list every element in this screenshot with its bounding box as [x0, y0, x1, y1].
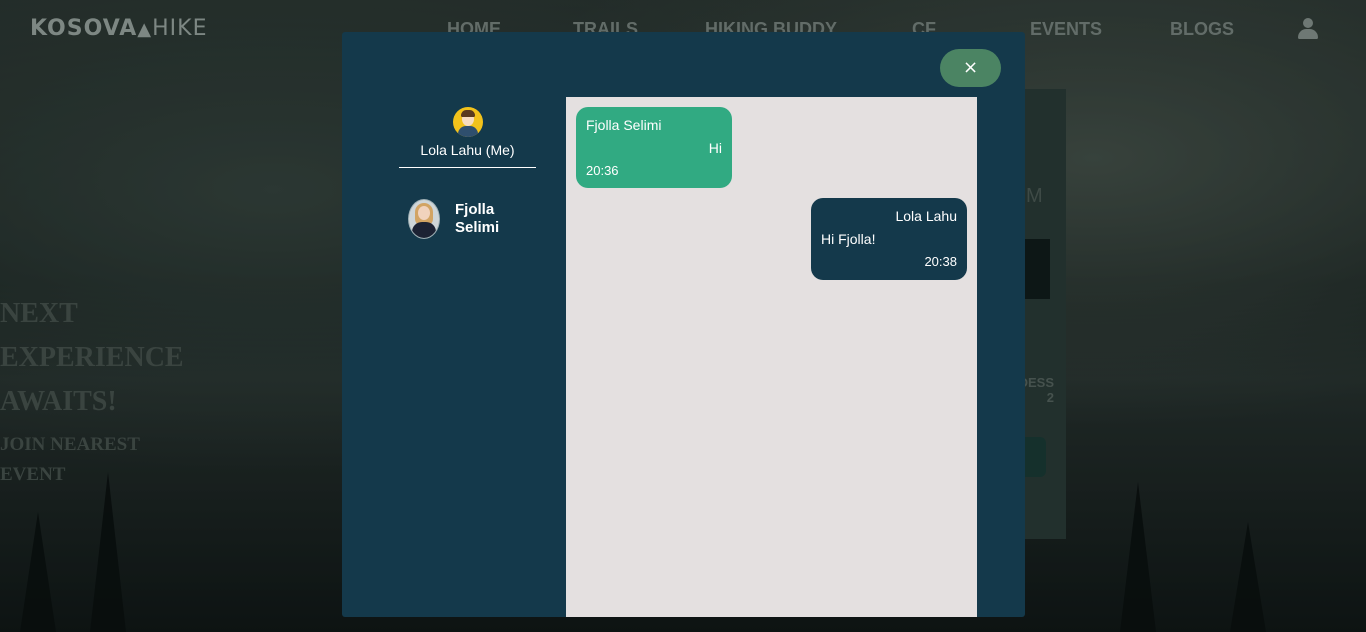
tree-silhouette: [20, 512, 56, 632]
hero-subline: JOIN NEAREST: [0, 434, 140, 455]
chat-sidebar: Lola Lahu (Me) Fjolla Selimi: [342, 97, 566, 617]
hero-heading: NEXT EXPERIENCE AWAITS! JOIN NEAREST EVE…: [0, 292, 184, 490]
tree-silhouette: [1230, 522, 1266, 632]
message-thread: Fjolla Selimi Hi 20:36 Lola Lahu Hi Fjol…: [566, 97, 977, 617]
logo-thin-text: HIKE: [152, 16, 208, 41]
hero-subline: EVENT: [0, 464, 66, 485]
event-time-fragment: M: [1026, 185, 1043, 207]
user-profile-icon[interactable]: [1298, 18, 1318, 40]
hero-line: EXPERIENCE: [0, 342, 184, 373]
nav-events-link[interactable]: EVENTS: [1030, 19, 1102, 40]
current-user: Lola Lahu (Me): [399, 107, 536, 168]
tree-silhouette: [90, 472, 126, 632]
hero-line: NEXT: [0, 298, 78, 329]
contact-name: Fjolla Selimi: [455, 201, 500, 236]
nav-blogs-link[interactable]: BLOGS: [1170, 19, 1234, 40]
logo-bold-text: KOSOVA: [30, 16, 138, 41]
message-time: 20:38: [924, 254, 957, 269]
incoming-message: Fjolla Selimi Hi 20:36: [576, 107, 732, 188]
site-logo[interactable]: KOSOVA▲HIKE: [30, 16, 207, 41]
tree-silhouette: [1120, 482, 1156, 632]
current-user-name: Lola Lahu (Me): [399, 142, 536, 168]
message-sender: Lola Lahu: [895, 208, 957, 224]
tree-icon: ▲: [137, 19, 153, 40]
message-sender: Fjolla Selimi: [586, 117, 662, 133]
message-text: Hi Fjolla!: [821, 231, 876, 247]
avatar: [408, 199, 440, 239]
message-time: 20:36: [586, 163, 619, 178]
outgoing-message: Lola Lahu Hi Fjolla! 20:38: [811, 198, 967, 280]
close-button[interactable]: ×: [940, 49, 1001, 87]
hero-line: AWAITS!: [0, 386, 117, 417]
avatar: [452, 107, 483, 137]
message-text: Hi: [708, 140, 722, 156]
chat-modal: × Lola Lahu (Me) Fjolla Selimi Fjolla Se…: [342, 32, 1025, 617]
contact-item[interactable]: Fjolla Selimi: [408, 199, 558, 241]
